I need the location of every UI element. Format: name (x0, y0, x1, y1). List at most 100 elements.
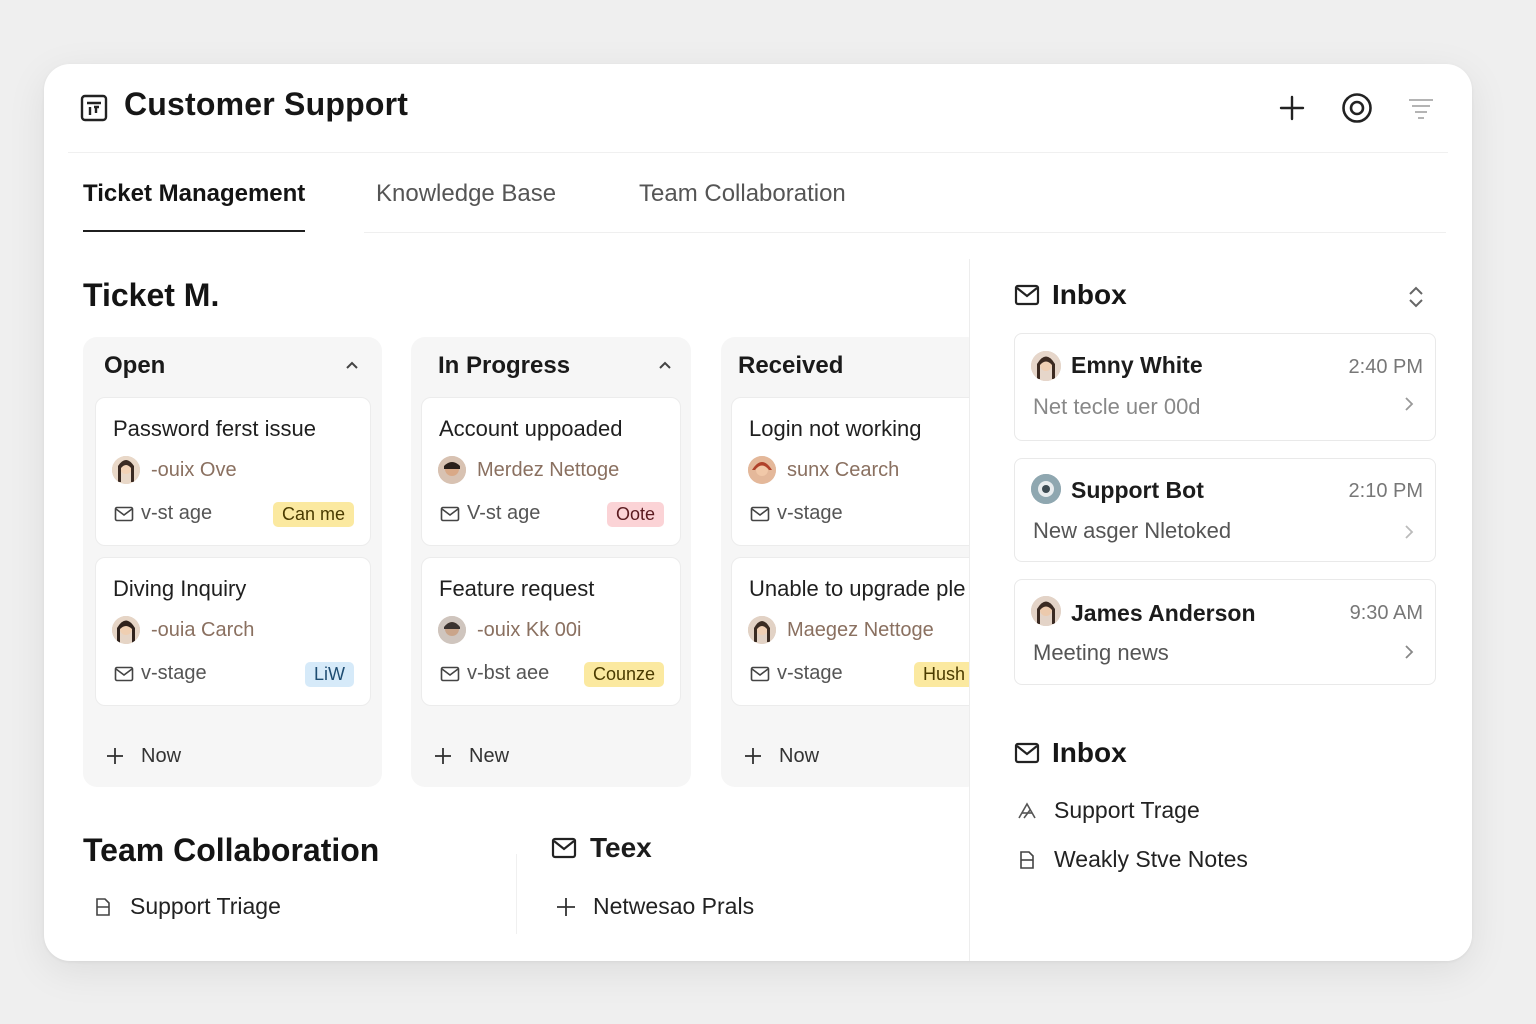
mail-icon (551, 837, 577, 859)
sender-name: James Anderson (1071, 600, 1256, 626)
weekly-notes-label: Weakly Stve Notes (1054, 846, 1248, 872)
sender-name: Support Bot (1071, 477, 1204, 503)
support-triage-item[interactable]: Support Triage (92, 893, 281, 920)
add-ticket-label: Now (141, 744, 182, 767)
inbox-secondary-header: Inbox (1014, 737, 1127, 769)
ticket-card[interactable]: Unable to upgrade ple Maegez Nettoge v-s… (731, 557, 991, 706)
netwesao-prals-item[interactable]: Netwesao Prals (555, 893, 754, 920)
plus-icon (557, 897, 575, 916)
column-title: Received (738, 352, 844, 379)
plus-icon (107, 748, 123, 764)
mail-icon (114, 666, 134, 682)
ticket-stage: V-st age (467, 502, 541, 524)
ticket-title: Feature request (439, 576, 595, 601)
ticket-stage: v-st age (141, 502, 213, 524)
plus-icon (435, 748, 451, 764)
support-trage-item[interactable]: Support Trage (1016, 797, 1200, 824)
avatar (112, 456, 140, 484)
mail-icon (114, 506, 134, 522)
sender-name: Emny White (1071, 352, 1203, 378)
mail-icon (750, 666, 770, 682)
ticket-title: Unable to upgrade ple (749, 576, 966, 601)
mail-icon (440, 666, 460, 682)
message-item[interactable]: James Anderson 9:30 AM Meeting news (1014, 579, 1436, 685)
inbox-secondary-title: Inbox (1052, 737, 1127, 768)
add-ticket-label: New (469, 744, 510, 767)
sort-chevrons-icon[interactable] (1404, 283, 1428, 311)
avatar (438, 456, 466, 484)
tab-knowledge-base[interactable]: Knowledge Base (376, 176, 556, 232)
status-badge: Oote (606, 502, 664, 527)
message-preview: Net tecle uer 00d (1033, 394, 1201, 419)
filter-button[interactable] (1403, 90, 1439, 126)
teex-header: Teex (551, 832, 652, 864)
chevron-up-icon[interactable] (340, 353, 364, 377)
assignee-name: Maegez Nettoge (787, 619, 934, 641)
message-item[interactable]: Support Bot 2:10 PM New asger Nletoked (1014, 458, 1436, 562)
target-button[interactable] (1339, 90, 1375, 126)
status-badge: LiW (305, 662, 354, 687)
ticket-card[interactable]: Account uppoaded Merdez Nettoge V-st age… (421, 397, 681, 546)
column-title: In Progress (438, 352, 571, 379)
plus-icon (1279, 95, 1305, 121)
add-ticket-button[interactable]: Now (105, 742, 181, 770)
message-time: 2:10 PM (1348, 480, 1423, 502)
mail-icon (1014, 284, 1040, 306)
tabs-divider (364, 232, 1446, 233)
assignee-name: -ouix Kk 00i (477, 619, 582, 641)
assignee-name: -ouia Carch (151, 619, 255, 641)
tab-team-collaboration[interactable]: Team Collaboration (639, 176, 846, 232)
add-ticket-button[interactable]: Now (743, 742, 819, 770)
inbox-header: Inbox (1014, 279, 1127, 311)
chevron-right-icon (1405, 397, 1414, 411)
avatar (748, 456, 776, 484)
tab-ticket-management[interactable]: Ticket Management (83, 176, 306, 232)
avatar (1031, 351, 1061, 381)
chevron-up-icon[interactable] (653, 353, 677, 377)
ticket-card[interactable]: Diving Inquiry -ouia Carch v-stage LiW (95, 557, 371, 706)
add-ticket-button[interactable]: New (433, 742, 509, 770)
message-item[interactable]: Emny White 2:40 PM Net tecle uer 00d (1014, 333, 1436, 441)
plus-icon (745, 748, 761, 764)
ticket-card[interactable]: Password ferst issue -ouix Ove v-st age … (95, 397, 371, 546)
chevron-right-icon (1405, 525, 1414, 539)
message-time: 9:30 AM (1349, 602, 1423, 624)
avatar (1031, 596, 1061, 626)
column-title: Open (104, 352, 166, 379)
add-ticket-label: Now (779, 744, 820, 767)
add-button[interactable] (1274, 90, 1310, 126)
page-title: Customer Support (124, 86, 409, 122)
ticket-title: Diving Inquiry (113, 576, 247, 601)
netwesao-prals-label: Netwesao Prals (593, 893, 755, 919)
avatar (438, 616, 466, 644)
support-triage-label: Support Triage (130, 893, 281, 919)
inbox-title: Inbox (1052, 279, 1127, 310)
header-divider (68, 152, 1448, 153)
ticket-card[interactable]: Login not working sunx Cearch v-stage (731, 397, 991, 546)
inbox-panel: Inbox Emny White 2:40 PM Net tecle uer 0… (969, 259, 1472, 961)
ticket-card[interactable]: Feature request -ouix Kk 00i v-bst aee C… (421, 557, 681, 706)
ticket-stage: v-stage (777, 662, 843, 684)
ticket-stage: v-bst aee (467, 662, 550, 684)
assignee-name: -ouix Ove (151, 459, 237, 481)
team-collaboration-title: Team Collaboration (83, 832, 380, 868)
triage-icon (1018, 801, 1036, 818)
message-preview: Meeting news (1033, 640, 1169, 665)
filter-icon (1409, 99, 1433, 119)
avatar (1031, 474, 1061, 504)
avatar (748, 616, 776, 644)
mail-icon (1014, 742, 1040, 764)
teex-title: Teex (590, 832, 652, 863)
section-divider (516, 854, 517, 934)
message-time: 2:40 PM (1348, 356, 1423, 378)
weekly-notes-item[interactable]: Weakly Stve Notes (1016, 846, 1248, 873)
chevron-right-icon (1405, 645, 1414, 659)
column-in-progress: In Progress Account uppoaded Merdez Nett… (411, 337, 691, 787)
message-preview: New asger Nletoked (1033, 518, 1232, 543)
mail-icon (750, 506, 770, 522)
ticket-title: Login not working (749, 416, 922, 441)
status-badge: Counze (583, 662, 664, 687)
board-title: Ticket M. (83, 277, 220, 313)
document-icon (1020, 850, 1034, 869)
avatar (112, 616, 140, 644)
